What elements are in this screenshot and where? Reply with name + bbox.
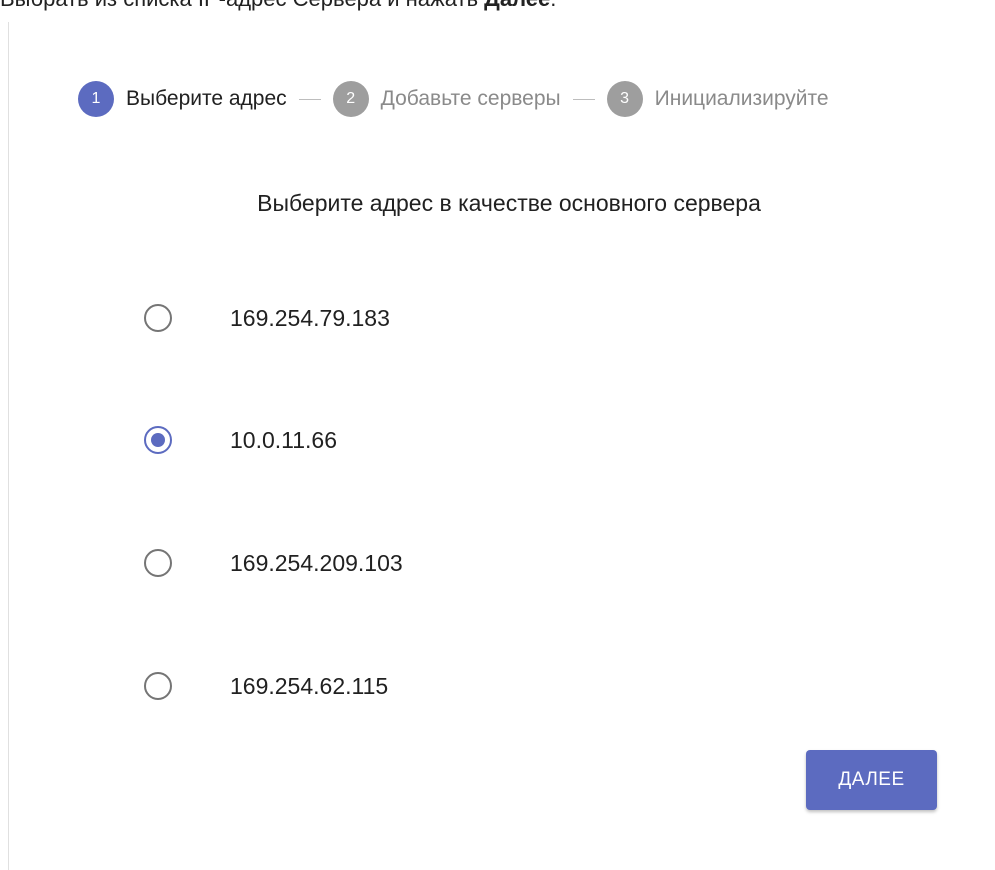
address-option-169-254-79-183[interactable]: 169.254.79.183 (144, 300, 390, 336)
step-number-3: 3 (606, 81, 643, 117)
step-number-1: 1 (78, 81, 114, 117)
address-label[interactable]: 10.0.11.66 (230, 427, 337, 454)
radio-button-checked-icon[interactable] (144, 426, 172, 454)
address-option-169-254-209-103[interactable]: 169.254.209.103 (144, 545, 403, 581)
instruction-bold: Далее (484, 0, 550, 11)
address-label[interactable]: 169.254.209.103 (230, 550, 403, 577)
address-option-10-0-11-66[interactable]: 10.0.11.66 (144, 422, 337, 458)
address-option-169-254-62-115[interactable]: 169.254.62.115 (144, 668, 388, 704)
address-label[interactable]: 169.254.62.115 (230, 673, 388, 700)
next-button[interactable]: ДАЛЕЕ (806, 750, 937, 810)
stepper: 1 Выберите адрес 2 Добавьте серверы 3 Ин… (78, 80, 829, 118)
step-select-address: 1 Выберите адрес (78, 81, 287, 117)
radio-button-icon[interactable] (144, 304, 172, 332)
panel-left-border (8, 22, 9, 870)
page: Выбрать из списка IP-адрес Сервера и наж… (0, 0, 995, 870)
radio-button-icon[interactable] (144, 672, 172, 700)
step-label-add-servers: Добавьте серверы (380, 87, 561, 110)
instruction-main: Выбрать из списка IP-адрес Сервера и наж… (0, 0, 484, 11)
step-connector (298, 98, 321, 100)
instruction-end: . (550, 0, 556, 11)
step-connector (572, 98, 595, 100)
step-number-2: 2 (332, 81, 369, 117)
radio-button-icon[interactable] (144, 549, 172, 577)
step-label-initialize: Инициализируйте (654, 87, 829, 110)
step-add-servers: 2 Добавьте серверы (332, 81, 561, 117)
step-initialize: 3 Инициализируйте (606, 81, 829, 117)
page-title: Выберите адрес в качестве основного серв… (257, 190, 761, 216)
step-label-select-address: Выберите адрес (126, 87, 287, 110)
address-label[interactable]: 169.254.79.183 (230, 305, 390, 332)
instruction-text: Выбрать из списка IP-адрес Сервера и наж… (0, 0, 556, 12)
